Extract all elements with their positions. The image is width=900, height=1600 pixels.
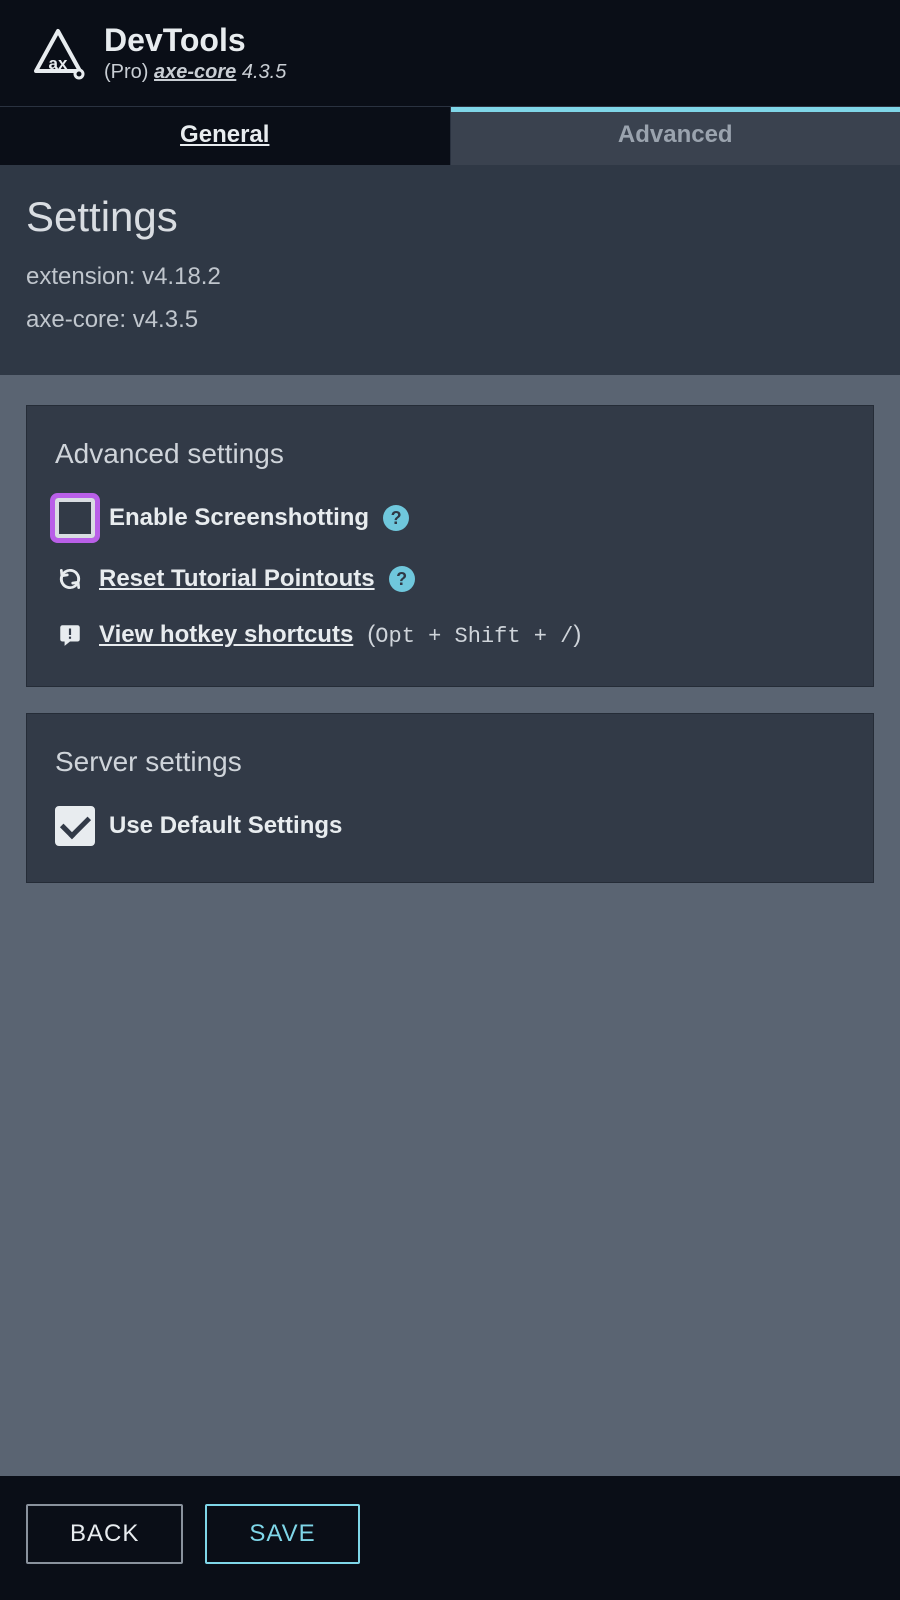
enable-screenshotting-checkbox[interactable]	[55, 498, 95, 538]
hotkey-shortcuts-row: View hotkey shortcuts (Opt + Shift + /)	[55, 620, 845, 650]
back-button[interactable]: BACK	[26, 1504, 183, 1564]
axe-logo-icon: ax	[30, 25, 86, 81]
save-button[interactable]: SAVE	[205, 1504, 359, 1564]
help-icon[interactable]: ?	[389, 566, 415, 592]
settings-header: Settings extension: v4.18.2 axe-core: v4…	[0, 165, 900, 375]
app-subtitle: (Pro) axe-core 4.3.5	[104, 61, 286, 84]
server-settings-title: Server settings	[55, 746, 845, 778]
axecore-version: axe-core: v4.3.5	[26, 298, 874, 341]
reset-tutorial-link[interactable]: Reset Tutorial Pointouts	[99, 565, 375, 593]
tabs: General Advanced	[0, 107, 900, 165]
footer: BACK SAVE	[0, 1476, 900, 1600]
advanced-settings-title: Advanced settings	[55, 438, 845, 470]
announcement-icon	[55, 620, 85, 650]
refresh-icon	[55, 564, 85, 594]
reset-tutorial-row: Reset Tutorial Pointouts ?	[55, 564, 845, 594]
use-default-settings-label: Use Default Settings	[109, 812, 342, 840]
hotkey-shortcuts-link[interactable]: View hotkey shortcuts	[99, 621, 353, 649]
content-area: Advanced settings Enable Screenshotting …	[0, 375, 900, 1476]
axe-core-link[interactable]: axe-core	[154, 61, 236, 83]
hotkey-combo: (Opt + Shift + /)	[367, 621, 581, 649]
use-default-settings-row: Use Default Settings	[55, 806, 845, 846]
use-default-settings-checkbox[interactable]	[55, 806, 95, 846]
page-title: Settings	[26, 193, 874, 241]
server-settings-card: Server settings Use Default Settings	[26, 713, 874, 883]
app-header: ax DevTools (Pro) axe-core 4.3.5	[0, 0, 900, 107]
extension-version: extension: v4.18.2	[26, 255, 874, 298]
enable-screenshotting-label: Enable Screenshotting	[109, 504, 369, 532]
svg-text:ax: ax	[49, 54, 68, 73]
advanced-settings-card: Advanced settings Enable Screenshotting …	[26, 405, 874, 687]
tab-general[interactable]: General	[0, 107, 451, 165]
enable-screenshotting-row: Enable Screenshotting ?	[55, 498, 845, 538]
app-title: DevTools	[104, 22, 286, 59]
help-icon[interactable]: ?	[383, 505, 409, 531]
tab-advanced[interactable]: Advanced	[451, 107, 900, 165]
